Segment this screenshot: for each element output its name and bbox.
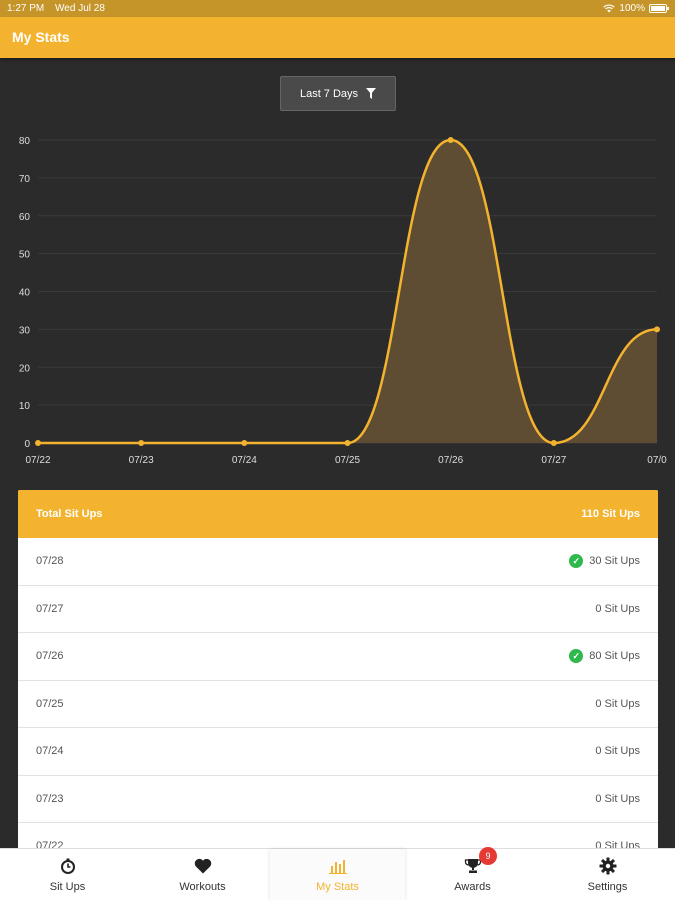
data-point xyxy=(35,440,41,446)
y-tick-label: 40 xyxy=(19,288,31,299)
total-label: Total Sit Ups xyxy=(36,508,103,520)
status-date: Wed Jul 28 xyxy=(55,3,105,14)
tab-label: My Stats xyxy=(316,881,359,893)
x-tick-label: 07/26 xyxy=(438,455,463,466)
row-value: 0 Sit Ups xyxy=(595,602,640,615)
row-value: 30 Sit Ups xyxy=(589,555,640,568)
y-tick-label: 50 xyxy=(19,250,31,261)
filter-icon xyxy=(366,88,377,99)
summary-header: Total Sit Ups 110 Sit Ups xyxy=(18,490,658,538)
row-value: 0 Sit Ups xyxy=(595,745,640,758)
tab-awards[interactable]: 9 Awards xyxy=(405,847,540,900)
page-title: My Stats xyxy=(12,29,70,45)
tab-label: Sit Ups xyxy=(49,881,86,893)
row-date: 07/24 xyxy=(36,745,64,758)
date-range-filter-button[interactable]: Last 7 Days xyxy=(280,76,396,111)
row-value: 0 Sit Ups xyxy=(595,792,640,805)
y-tick-label: 70 xyxy=(19,174,31,185)
tab-label: Workouts xyxy=(179,881,226,893)
x-tick-label: 07/24 xyxy=(232,455,257,466)
summary-card: Total Sit Ups 110 Sit Ups 07/28 ✓ 30 Sit … xyxy=(18,490,658,850)
tab-workouts[interactable]: Workouts xyxy=(135,849,270,900)
check-circle-icon: ✓ xyxy=(569,649,584,664)
x-tick-label: 07/23 xyxy=(129,455,154,466)
x-tick-label: 07/22 xyxy=(25,455,50,466)
y-tick-label: 20 xyxy=(19,363,31,374)
x-tick-label: 07/27 xyxy=(541,455,566,466)
tab-my-stats[interactable]: My Stats xyxy=(270,849,405,900)
tab-settings[interactable]: Settings xyxy=(540,849,675,900)
status-time: 1:27 PM xyxy=(7,3,45,14)
y-tick-label: 80 xyxy=(19,136,31,147)
trophy-icon xyxy=(464,859,481,873)
row-date: 07/27 xyxy=(36,602,64,615)
y-tick-label: 10 xyxy=(19,401,31,412)
list-item: 07/22 0 Sit Ups xyxy=(18,823,658,850)
data-point xyxy=(654,326,660,333)
row-date: 07/26 xyxy=(36,650,64,663)
total-value: 110 Sit Ups xyxy=(581,508,640,520)
data-point xyxy=(138,440,145,446)
stats-chart: 0 10 20 30 40 50 60 70 80 07/22 07/23 07/24 07/25 07/… xyxy=(0,125,675,470)
stopwatch-icon xyxy=(60,858,75,874)
status-bar: 1:27 PM Wed Jul 28 100% xyxy=(0,0,675,17)
y-tick-label: 60 xyxy=(19,212,31,223)
x-tick-label: 07/25 xyxy=(335,455,360,466)
bottom-tab-bar: Sit Ups Workouts My Stats 9 Awards Setti… xyxy=(0,847,675,900)
check-circle-icon: ✓ xyxy=(569,554,584,569)
data-point xyxy=(344,440,351,446)
wifi-icon xyxy=(603,4,616,13)
row-date: 07/23 xyxy=(36,792,64,805)
data-point xyxy=(550,440,557,446)
row-value: 80 Sit Ups xyxy=(589,650,640,663)
data-point xyxy=(447,137,454,143)
battery-icon xyxy=(649,4,669,13)
tab-label: Awards xyxy=(454,881,491,893)
tab-label: Settings xyxy=(587,881,628,893)
y-tick-label: 0 xyxy=(24,439,30,450)
list-item: 07/25 0 Sit Ups xyxy=(18,681,658,728)
row-date: 07/25 xyxy=(36,697,64,710)
area-chart: 0 10 20 30 40 50 60 70 80 07/22 07/23 07/24 07/25 07/… xyxy=(19,136,667,466)
battery-percent: 100% xyxy=(619,3,645,14)
row-date: 07/28 xyxy=(36,555,64,568)
tab-sit-ups[interactable]: Sit Ups xyxy=(0,849,135,900)
list-item: 07/26 ✓ 80 Sit Ups xyxy=(18,633,658,681)
heart-icon xyxy=(194,858,211,874)
app-bar: My Stats xyxy=(0,17,675,58)
awards-badge: 9 xyxy=(479,847,497,865)
list-item: 07/28 ✓ 30 Sit Ups xyxy=(18,538,658,586)
x-tick-label: 07/0 xyxy=(647,455,667,466)
row-value: 0 Sit Ups xyxy=(595,697,640,710)
list-item: 07/23 0 Sit Ups xyxy=(18,776,658,823)
list-item: 07/27 0 Sit Ups xyxy=(18,586,658,633)
bar-chart-icon xyxy=(328,860,347,874)
y-tick-label: 30 xyxy=(19,325,31,336)
gear-icon xyxy=(599,857,616,875)
filter-label: Last 7 Days xyxy=(299,87,359,100)
data-point xyxy=(241,440,248,446)
list-item: 07/24 0 Sit Ups xyxy=(18,728,658,776)
